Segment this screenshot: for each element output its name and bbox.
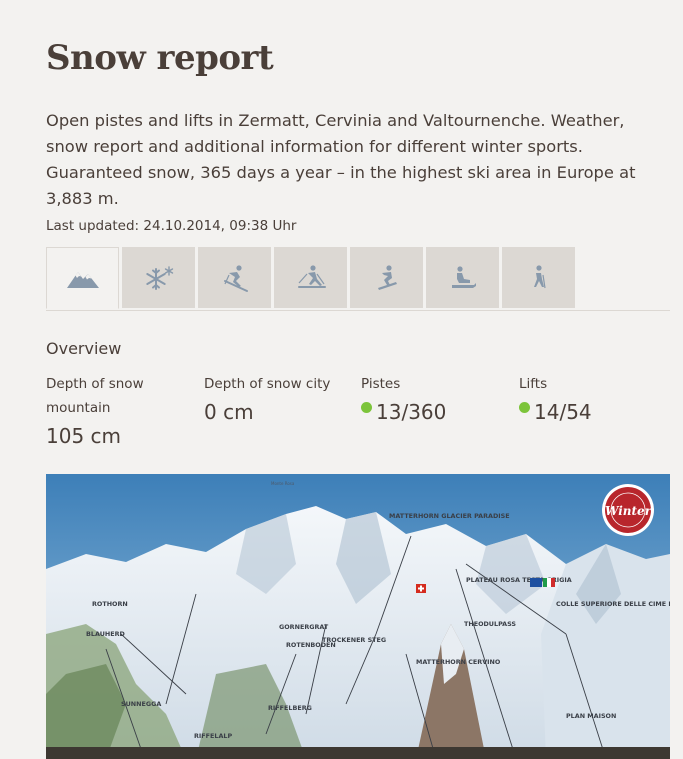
map-label-colle-superiore[interactable]: COLLE SUPERIORE DELLE CIME BIANCHE (556, 600, 670, 608)
status-open-dot (361, 401, 372, 413)
stat-value-text: 105 cm (46, 424, 122, 448)
ski-map-illustration: Monte Rosa MATTERHORN GLACIER PARADISE P… (46, 474, 670, 759)
intro-text: Open pistes and lifts in Zermatt, Cervin… (46, 111, 636, 208)
tab-hiking[interactable] (502, 247, 575, 308)
map-label-monte-rosa: Monte Rosa (271, 481, 295, 486)
tab-cross-country[interactable] (274, 247, 347, 308)
tab-snowboard[interactable] (350, 247, 423, 308)
status-open-dot (519, 401, 530, 413)
map-label-rothorn[interactable]: ROTHORN (92, 600, 128, 608)
sledge-icon (451, 265, 476, 288)
stat-value-text: 0 cm (204, 400, 254, 424)
category-tabs (46, 247, 670, 311)
hiker-icon (533, 264, 546, 288)
tab-weather[interactable] (122, 247, 195, 308)
ski-area-map[interactable]: Monte Rosa MATTERHORN GLACIER PARADISE P… (46, 474, 670, 759)
map-label-matterhorn-cervino[interactable]: MATTERHORN CERVINO (416, 658, 501, 666)
stat-label: Depth of snow city (204, 376, 331, 392)
stat-value: 14/54 (519, 400, 659, 424)
stat-label: Lifts (519, 376, 548, 392)
snowboarder-icon (377, 264, 397, 290)
map-label-riffelberg[interactable]: RIFFELBERG (268, 704, 312, 712)
map-label-riffelalp[interactable]: RIFFELALP (194, 732, 232, 740)
last-updated: Last updated: 24.10.2014, 09:38 Uhr (46, 218, 297, 234)
overview-heading: Overview (46, 339, 122, 358)
map-label-gornergrat[interactable]: GORNERGRAT (279, 623, 329, 631)
winter-badge-logo: Winter (602, 484, 654, 536)
mountain-icon (66, 272, 99, 288)
swiss-flag-icon (416, 584, 426, 593)
stat-snow-mountain: Depth of snow mountain 105 cm (46, 372, 176, 448)
badge-text: Winter (605, 504, 653, 518)
tab-ski[interactable] (198, 247, 271, 308)
map-label-plan-maison[interactable]: PLAN MAISON (566, 712, 616, 720)
tab-sledge[interactable] (426, 247, 499, 308)
map-label-plateau-rosa[interactable]: PLATEAU ROSA TESTA GRIGIA (466, 576, 572, 584)
skier-icon (223, 264, 248, 292)
map-label-theodulpass[interactable]: THEODULPASS (464, 620, 516, 628)
map-label-sunnegga[interactable]: SUNNEGGA (121, 700, 161, 708)
stat-label: Pistes (361, 376, 401, 392)
stat-snow-city: Depth of snow city 0 cm (204, 372, 354, 424)
page-title: Snow report (46, 38, 274, 78)
stat-value: 105 cm (46, 424, 176, 448)
stat-value-text: 14/54 (534, 400, 592, 424)
stat-label: Depth of snow mountain (46, 376, 144, 416)
map-label-rotenboden[interactable]: ROTENBODEN (286, 641, 336, 649)
snowflake-icon (145, 265, 173, 290)
map-label-blauherd[interactable]: BLAUHERD (86, 630, 125, 638)
stat-value: 13/360 (361, 400, 501, 424)
stat-pistes: Pistes 13/360 (361, 372, 501, 424)
cross-country-skier-icon (297, 264, 326, 288)
map-label-matterhorn-glacier-paradise[interactable]: MATTERHORN GLACIER PARADISE (389, 512, 510, 520)
stat-lifts: Lifts 14/54 (519, 372, 659, 424)
tab-overview[interactable] (46, 247, 119, 309)
stat-value-text: 13/360 (376, 400, 447, 424)
stat-value: 0 cm (204, 400, 354, 424)
